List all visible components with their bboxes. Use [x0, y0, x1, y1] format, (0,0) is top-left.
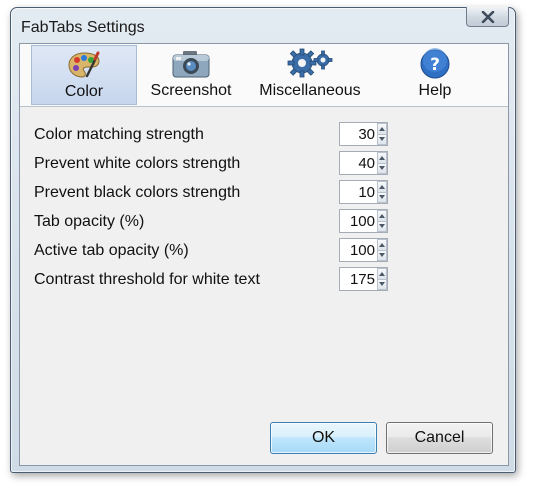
stepper-input[interactable]: [340, 152, 377, 174]
setting-row: Color matching strength: [20, 122, 508, 148]
setting-row: Contrast threshold for white text: [20, 267, 508, 293]
tab-label: Help: [418, 82, 452, 99]
number-stepper[interactable]: [339, 151, 388, 175]
palette-icon: [67, 48, 101, 82]
arrow-up-icon: [379, 155, 385, 160]
stepper-down-button[interactable]: [377, 249, 387, 261]
number-stepper[interactable]: [339, 209, 388, 233]
setting-row: Prevent black colors strength: [20, 180, 508, 206]
tab-label: Screenshot: [150, 82, 232, 99]
tab-color[interactable]: Color: [31, 45, 137, 105]
stepper-down-button[interactable]: [377, 133, 387, 145]
cancel-button[interactable]: Cancel: [386, 422, 493, 454]
number-stepper[interactable]: [339, 122, 388, 146]
arrow-up-icon: [379, 213, 385, 218]
close-button[interactable]: [466, 7, 509, 27]
stepper-down-button[interactable]: [377, 278, 387, 290]
arrow-up-icon: [379, 126, 385, 131]
stepper-up-button[interactable]: [377, 123, 387, 134]
stepper-up-button[interactable]: [377, 210, 387, 221]
arrow-down-icon: [379, 166, 385, 171]
number-stepper[interactable]: [339, 180, 388, 204]
arrow-down-icon: [379, 195, 385, 200]
stepper-down-button[interactable]: [377, 220, 387, 232]
stepper-up-button[interactable]: [377, 268, 387, 279]
stepper-up-button[interactable]: [377, 181, 387, 192]
arrow-down-icon: [379, 137, 385, 142]
tab-label: Color: [64, 83, 104, 100]
settings-window: FabTabs Settings Color Screenshot Miscel…: [10, 7, 516, 473]
arrow-down-icon: [379, 282, 385, 287]
stepper-input[interactable]: [340, 268, 377, 290]
help-icon: ?: [419, 47, 451, 81]
stepper-down-button[interactable]: [377, 191, 387, 203]
tab-help[interactable]: ? Help: [375, 45, 495, 105]
svg-text:?: ?: [430, 55, 440, 75]
title-bar[interactable]: FabTabs Settings: [11, 7, 515, 42]
arrow-down-icon: [379, 253, 385, 258]
setting-label: Prevent black colors strength: [34, 184, 241, 201]
setting-label: Color matching strength: [34, 126, 204, 143]
setting-label: Contrast threshold for white text: [34, 271, 260, 288]
dialog-client-area: Color Screenshot Miscellaneous ? Help Co…: [19, 43, 509, 466]
tab-toolbar: Color Screenshot Miscellaneous ? Help: [20, 44, 508, 107]
number-stepper[interactable]: [339, 267, 388, 291]
window-title: FabTabs Settings: [21, 19, 145, 36]
gears-icon: [285, 47, 335, 81]
stepper-up-button[interactable]: [377, 239, 387, 250]
arrow-down-icon: [379, 224, 385, 229]
tab-miscellaneous[interactable]: Miscellaneous: [245, 45, 375, 105]
tab-screenshot[interactable]: Screenshot: [137, 45, 245, 105]
tab-label: Miscellaneous: [259, 82, 361, 99]
arrow-up-icon: [379, 242, 385, 247]
stepper-down-button[interactable]: [377, 162, 387, 174]
stepper-input[interactable]: [340, 181, 377, 203]
setting-row: Active tab opacity (%): [20, 238, 508, 264]
stepper-input[interactable]: [340, 239, 377, 261]
ok-button[interactable]: OK: [270, 422, 377, 454]
stepper-up-button[interactable]: [377, 152, 387, 163]
setting-label: Active tab opacity (%): [34, 242, 189, 259]
setting-row: Tab opacity (%): [20, 209, 508, 235]
stepper-input[interactable]: [340, 210, 377, 232]
close-icon: [481, 10, 494, 23]
camera-icon: [171, 47, 211, 81]
setting-label: Tab opacity (%): [34, 213, 145, 230]
arrow-up-icon: [379, 271, 385, 276]
stepper-input[interactable]: [340, 123, 377, 145]
setting-label: Prevent white colors strength: [34, 155, 241, 172]
number-stepper[interactable]: [339, 238, 388, 262]
setting-row: Prevent white colors strength: [20, 151, 508, 177]
arrow-up-icon: [379, 184, 385, 189]
